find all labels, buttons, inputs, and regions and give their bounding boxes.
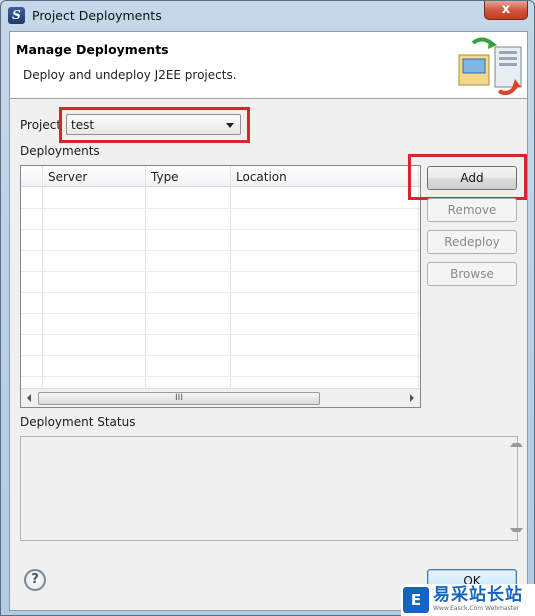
deployment-status-label: Deployment Status <box>20 415 136 429</box>
banner-description: Deploy and undeploy J2EE projects. <box>23 68 237 82</box>
watermark-subtext: Www.Easck.Com Webmaster <box>433 605 520 612</box>
deployments-label: Deployments <box>20 144 100 158</box>
watermark: E 易采站长站 Www.Easck.Com Webmaster <box>401 584 535 616</box>
scroll-right-icon[interactable] <box>410 394 414 402</box>
add-highlight-box <box>408 154 527 200</box>
watermark-text: 易采站长站 <box>433 585 523 605</box>
header-banner: Manage Deployments Deploy and undeploy J… <box>10 32 527 99</box>
column-header-location[interactable]: Location <box>236 170 287 184</box>
dialog-client-area: Manage Deployments Deploy and undeploy J… <box>9 31 528 611</box>
project-label: Project <box>20 118 62 132</box>
horizontal-scrollbar[interactable]: III <box>21 388 420 407</box>
column-divider <box>42 166 43 387</box>
remove-button[interactable]: Remove <box>427 198 517 222</box>
redeploy-button[interactable]: Redeploy <box>427 230 517 254</box>
column-divider <box>230 166 231 387</box>
title-bar[interactable]: S Project Deployments x <box>1 1 534 31</box>
table-row[interactable] <box>21 292 420 293</box>
deploy-server-icon <box>458 37 522 95</box>
table-row[interactable] <box>21 313 420 314</box>
table-row[interactable] <box>21 250 420 251</box>
table-row[interactable] <box>21 334 420 335</box>
watermark-logo-icon: E <box>403 587 429 613</box>
table-row[interactable] <box>21 376 420 377</box>
browse-button[interactable]: Browse <box>427 262 517 286</box>
help-icon[interactable]: ? <box>24 569 46 591</box>
table-row[interactable] <box>21 208 420 209</box>
dialog-window: S Project Deployments x Manage Deploymen… <box>0 0 535 616</box>
project-highlight-box <box>59 107 250 143</box>
banner-title: Manage Deployments <box>16 42 169 57</box>
deployments-table[interactable]: Server Type Location III <box>20 165 421 408</box>
close-button[interactable]: x <box>484 1 528 20</box>
scroll-up-icon[interactable] <box>510 443 523 447</box>
column-header-server[interactable]: Server <box>48 170 87 184</box>
table-row[interactable] <box>21 271 420 272</box>
table-row[interactable] <box>21 355 420 356</box>
window-title: Project Deployments <box>32 8 162 23</box>
scroll-left-icon[interactable] <box>27 394 31 402</box>
table-header: Server Type Location <box>21 166 420 187</box>
column-divider <box>145 166 146 387</box>
scrollbar-thumb[interactable]: III <box>38 392 320 405</box>
app-icon: S <box>8 7 25 24</box>
column-header-type[interactable]: Type <box>151 170 179 184</box>
deployment-status-textarea[interactable] <box>20 436 518 541</box>
table-row[interactable] <box>21 229 420 230</box>
